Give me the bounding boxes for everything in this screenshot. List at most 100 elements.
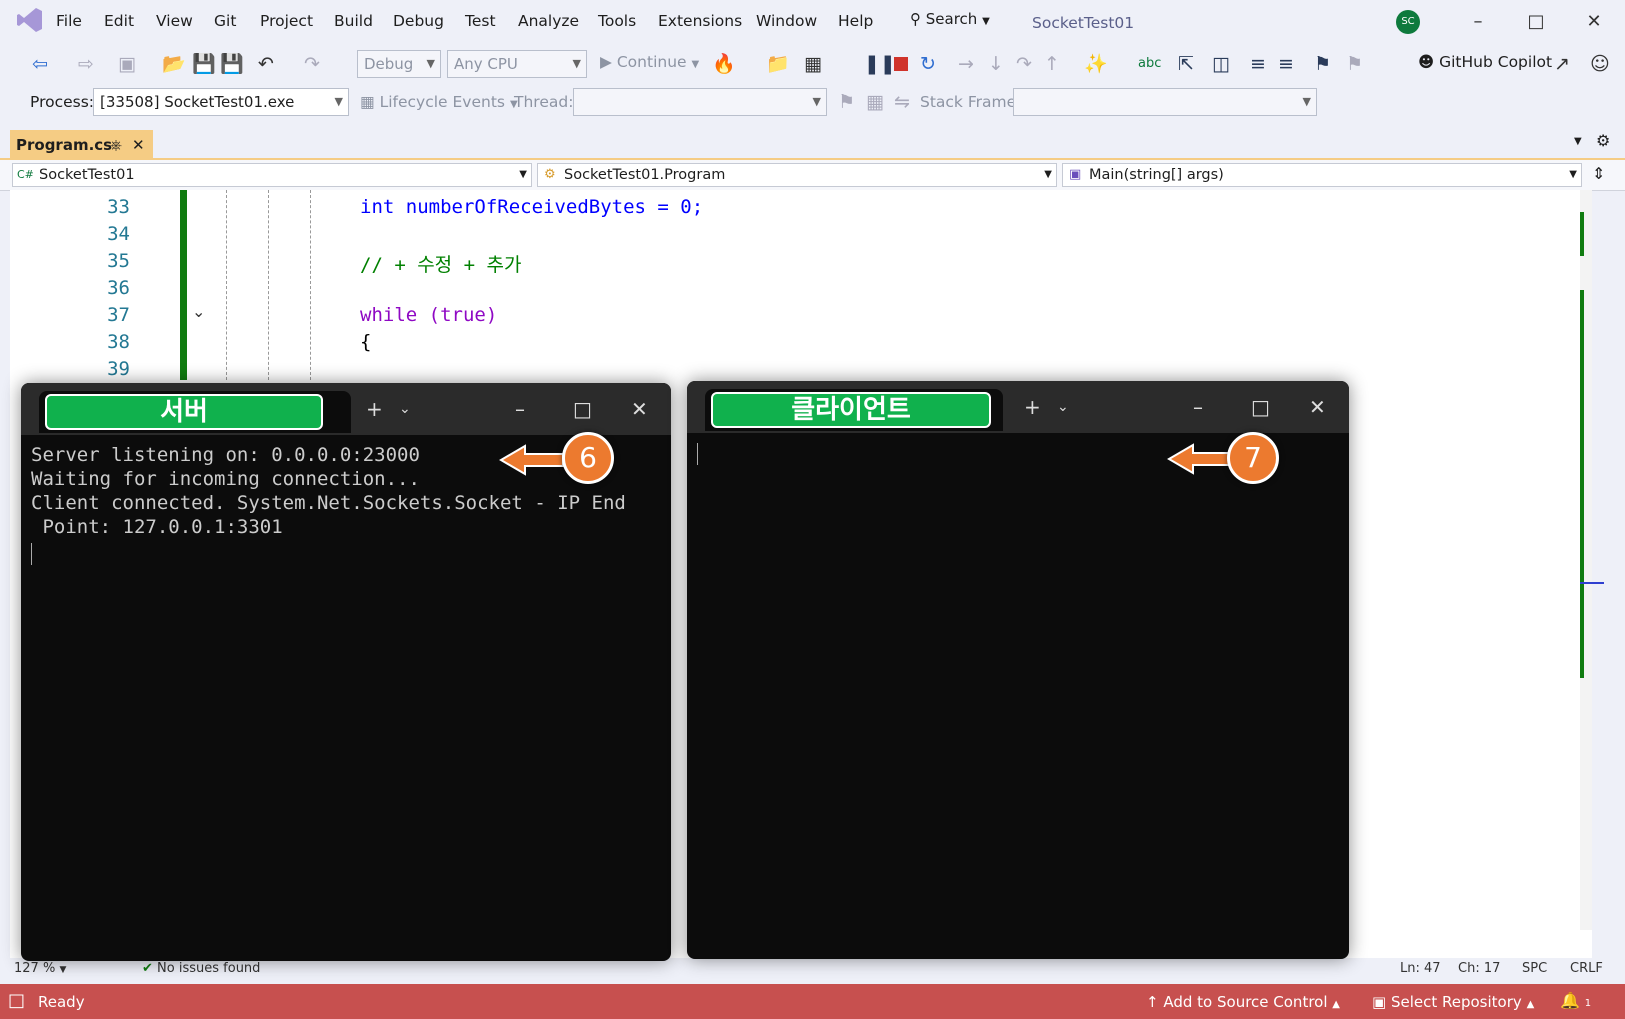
pin-icon[interactable]: ⎈ <box>110 130 122 160</box>
line-ending-indicator[interactable]: CRLF <box>1570 961 1603 976</box>
menu-help[interactable]: Help <box>838 12 873 30</box>
feedback-icon[interactable]: ☺ <box>1590 52 1610 76</box>
chevron-up-icon: ▲ <box>1332 999 1340 1010</box>
github-copilot-button[interactable]: ☻ GitHub Copilot <box>1418 53 1552 71</box>
browse-folder-icon[interactable]: 📁 <box>766 52 790 76</box>
open-folder-icon[interactable]: 📂 <box>162 52 186 76</box>
save-icon[interactable]: 💾 <box>192 52 216 76</box>
output-icon[interactable]: □ <box>8 990 25 1011</box>
vertical-scrollbar[interactable] <box>1580 190 1604 930</box>
menu-tools[interactable]: Tools <box>598 12 636 30</box>
search-box[interactable]: ⚲ Search ▼ <box>910 10 990 34</box>
chevron-down-icon: ▼ <box>334 95 343 108</box>
issues-indicator[interactable]: ✔ No issues found <box>142 961 260 976</box>
continue-button[interactable]: ▶ Continue ▼ <box>600 53 699 71</box>
select-element-icon[interactable]: ⇱ <box>1178 52 1194 76</box>
status-bar: □ Ready ↑ Add to Source Control ▲ ▣ Sele… <box>0 984 1625 1019</box>
maximize-button[interactable]: □ <box>573 397 592 421</box>
add-to-source-control-button[interactable]: ↑ Add to Source Control ▲ <box>1146 993 1340 1011</box>
member-select[interactable]: ▣ Main(string[] args) ▼ <box>1062 163 1582 187</box>
save-all-icon[interactable]: 💾 <box>220 52 244 76</box>
line-indicator[interactable]: Ln: 47 <box>1400 961 1441 976</box>
minimize-button[interactable]: – <box>515 397 525 421</box>
avatar[interactable]: SC <box>1396 10 1420 34</box>
stack-frame-select[interactable]: ▼ <box>1013 88 1317 116</box>
outdent-icon[interactable]: ≡ <box>1278 52 1294 76</box>
terminal-tab[interactable]: 클라이언트 <box>705 389 1003 431</box>
tab-program-cs[interactable]: Program.cs ⎈ ✕ <box>10 130 153 160</box>
redo-icon[interactable]: ↷ <box>304 52 320 76</box>
close-tab-icon[interactable]: ✕ <box>132 130 145 160</box>
lifecycle-events-button[interactable]: ▦ Lifecycle Events ▼ <box>360 93 518 111</box>
close-button[interactable]: ✕ <box>1574 8 1614 36</box>
show-next-statement-icon[interactable]: → <box>958 52 974 76</box>
arrow-left-icon <box>1167 443 1232 475</box>
bookmark-prev-icon[interactable]: ⚑ <box>1346 52 1363 76</box>
indent-guide <box>310 190 311 380</box>
tab-list-dropdown-icon[interactable]: ▼ <box>1574 136 1582 147</box>
flag-icon[interactable]: ⚑ <box>838 90 855 114</box>
dropdown-icon[interactable]: ⌄ <box>399 401 411 417</box>
whitespace-indicator[interactable]: SPC <box>1522 961 1547 976</box>
menu-debug[interactable]: Debug <box>393 12 444 30</box>
type-select[interactable]: ⚙ SocketTest01.Program ▼ <box>537 163 1057 187</box>
menu-extensions[interactable]: Extensions <box>658 12 742 30</box>
project-select[interactable]: C# SocketTest01 ▼ <box>12 163 532 187</box>
maximize-button[interactable]: □ <box>1516 8 1556 36</box>
close-button[interactable]: ✕ <box>631 397 648 421</box>
forward-icon[interactable]: ⇨ <box>78 52 94 76</box>
maximize-button[interactable]: □ <box>1251 395 1270 419</box>
menu-analyze[interactable]: Analyze <box>518 12 579 30</box>
select-repository-button[interactable]: ▣ Select Repository ▲ <box>1372 993 1534 1011</box>
menu-view[interactable]: View <box>156 12 193 30</box>
compare-icon[interactable]: ◫ <box>1212 52 1230 76</box>
stack-icon[interactable]: ⇋ <box>894 90 910 114</box>
step-over-icon[interactable]: ↷ <box>1016 52 1032 76</box>
platform-select[interactable]: Any CPU ▼ <box>447 50 587 78</box>
menu-git[interactable]: Git <box>214 12 236 30</box>
column-indicator[interactable]: Ch: 17 <box>1458 961 1500 976</box>
configuration-select[interactable]: Debug ▼ <box>357 50 441 78</box>
thread-select[interactable]: ▼ <box>573 88 827 116</box>
server-terminal-window[interactable]: 서버 + ⌄ – □ ✕ Server listening on: 0.0.0.… <box>21 383 671 961</box>
step-out-icon[interactable]: ↑ <box>1044 52 1060 76</box>
menu-build[interactable]: Build <box>334 12 373 30</box>
terminal-tab[interactable]: 서버 <box>39 391 351 433</box>
hot-reload-icon[interactable]: 🔥 <box>712 52 736 76</box>
new-tab-icon[interactable]: + <box>366 397 383 421</box>
step-into-icon[interactable]: ↓ <box>988 52 1004 76</box>
minimize-button[interactable]: – <box>1458 8 1498 36</box>
bookmark-icon[interactable]: ⚑ <box>1314 52 1331 76</box>
layout-icon[interactable]: ▦ <box>804 52 822 76</box>
restart-icon[interactable]: ↻ <box>920 52 936 76</box>
client-terminal-window[interactable]: 클라이언트 + ⌄ – □ ✕ 7 <box>687 381 1349 959</box>
split-icon[interactable]: ⇕ <box>1592 164 1605 183</box>
stop-icon[interactable] <box>894 57 908 71</box>
menu-edit[interactable]: Edit <box>104 12 134 30</box>
standard-toolbar: ⇦ ⇨ ▣ 📂 💾 💾 ↶ ↷ Debug ▼ Any CPU ▼ ▶ Contin… <box>0 44 1625 84</box>
vs-logo-icon <box>16 6 44 34</box>
new-project-icon[interactable]: ▣ <box>118 52 136 76</box>
new-tab-icon[interactable]: + <box>1024 395 1041 419</box>
threads-icon[interactable]: ▦ <box>866 90 884 114</box>
pause-icon[interactable]: ❚❚ <box>864 52 896 76</box>
process-select[interactable]: [33508] SocketTest01.exe ▼ <box>93 88 349 116</box>
menu-file[interactable]: File <box>56 12 82 30</box>
menu-project[interactable]: Project <box>260 12 313 30</box>
diagnostics-icon[interactable]: ✨ <box>1084 52 1108 76</box>
spell-check-icon[interactable]: abc <box>1138 52 1161 76</box>
notifications-button[interactable]: 🔔 1 <box>1560 991 1591 1010</box>
share-icon[interactable]: ↗ <box>1554 52 1570 76</box>
undo-icon[interactable]: ↶ <box>258 52 274 76</box>
indent-icon[interactable]: ≡ <box>1250 52 1266 76</box>
gear-icon[interactable]: ⚙ <box>1596 131 1610 150</box>
dropdown-icon[interactable]: ⌄ <box>1057 399 1069 415</box>
menu-window[interactable]: Window <box>756 12 817 30</box>
close-button[interactable]: ✕ <box>1309 395 1326 419</box>
back-icon[interactable]: ⇦ <box>32 52 48 76</box>
menu-test[interactable]: Test <box>465 12 496 30</box>
minimize-button[interactable]: – <box>1193 395 1203 419</box>
collapse-chevron-icon[interactable]: ⌄ <box>192 302 205 321</box>
text-cursor <box>31 543 32 565</box>
zoom-select[interactable]: 127 % ▼ <box>14 961 84 976</box>
